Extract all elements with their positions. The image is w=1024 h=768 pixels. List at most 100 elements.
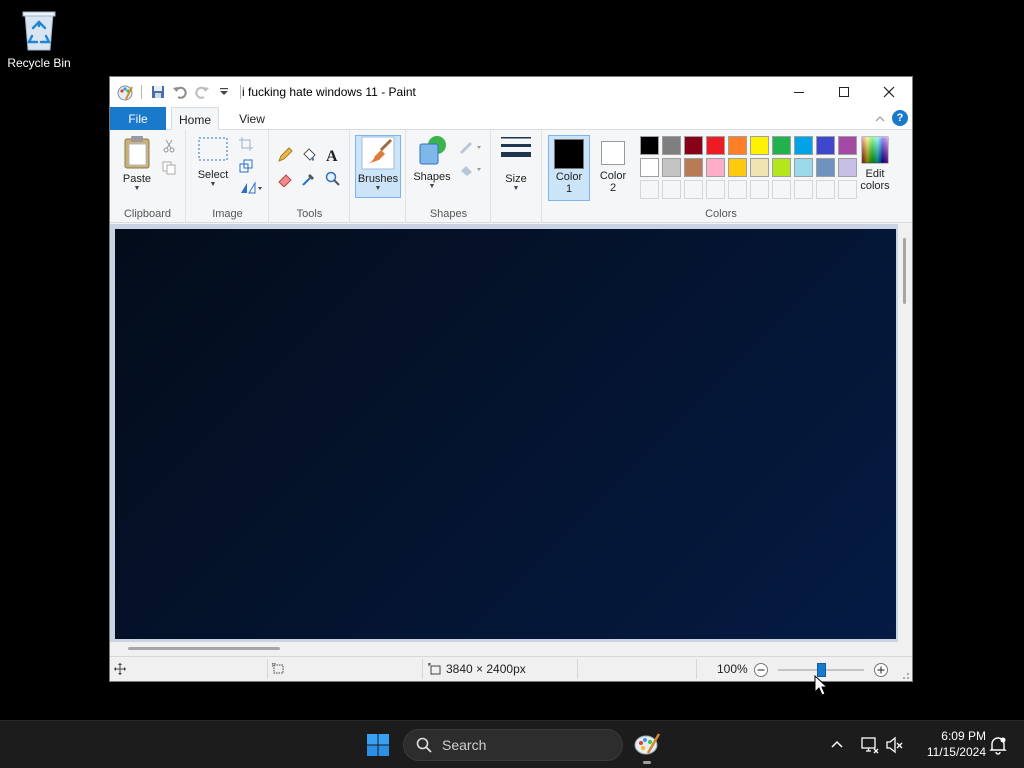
palette-custom-swatch[interactable] <box>662 180 681 199</box>
color2-label-line1: Color <box>599 170 627 182</box>
status-separator <box>577 659 578 679</box>
start-button[interactable] <box>364 731 392 759</box>
close-button[interactable] <box>866 77 912 107</box>
resize-grip-icon[interactable] <box>900 670 910 680</box>
shapes-dropdown-icon: ▼ <box>428 183 436 190</box>
palette-swatch[interactable] <box>772 158 791 177</box>
zoom-out-button[interactable] <box>753 662 769 678</box>
minimize-button[interactable] <box>776 77 822 107</box>
paste-button[interactable]: Paste ▼ <box>118 134 156 193</box>
volume-status[interactable] <box>885 735 905 755</box>
palette-swatch[interactable] <box>794 158 813 177</box>
shapes-button[interactable]: Shapes ▼ <box>411 134 453 191</box>
paste-label: Paste <box>122 173 152 185</box>
palette-swatch[interactable] <box>750 136 769 155</box>
recycle-bin[interactable]: Recycle Bin <box>4 6 74 70</box>
title-bar: i fucking hate windows 11 - Paint <box>110 77 912 107</box>
system-clock[interactable]: 6:09 PM 11/15/2024 <box>914 728 986 760</box>
palette-swatch[interactable] <box>684 158 703 177</box>
paint-app-icon[interactable] <box>116 83 134 101</box>
quick-access-toolbar <box>116 82 244 102</box>
brushes-button[interactable]: Brushes ▼ <box>355 135 401 198</box>
palette-swatch[interactable] <box>816 136 835 155</box>
size-label: Size <box>505 173 527 185</box>
palette-custom-swatch[interactable] <box>816 180 835 199</box>
search-placeholder: Search <box>442 737 487 753</box>
color1-swatch <box>554 139 584 169</box>
taskbar-search[interactable]: Search <box>403 729 623 761</box>
save-icon[interactable] <box>149 83 167 101</box>
color-picker-tool[interactable] <box>300 170 318 188</box>
palette-custom-swatch[interactable] <box>794 180 813 199</box>
customize-qat-icon[interactable] <box>215 83 233 101</box>
palette-swatch[interactable] <box>728 158 747 177</box>
notifications-button[interactable] <box>988 735 1008 755</box>
taskbar-paint-app[interactable] <box>632 729 662 764</box>
palette-swatch[interactable] <box>794 136 813 155</box>
minimize-ribbon-button[interactable] <box>874 112 886 130</box>
palette-swatch[interactable] <box>750 158 769 177</box>
qat-separator <box>141 85 142 99</box>
vertical-scroll-thumb[interactable] <box>903 238 906 304</box>
palette-swatch[interactable] <box>772 136 791 155</box>
pencil-tool[interactable] <box>276 146 294 164</box>
redo-icon[interactable] <box>193 83 211 101</box>
shape-fill-button[interactable] <box>457 160 485 178</box>
select-button[interactable]: Select ▼ <box>193 134 233 189</box>
help-button[interactable]: ? <box>892 110 908 126</box>
horizontal-scrollbar[interactable] <box>110 642 912 656</box>
fill-tool[interactable] <box>300 146 318 164</box>
palette-custom-swatch[interactable] <box>772 180 791 199</box>
palette-swatch[interactable] <box>684 136 703 155</box>
show-hidden-icons-button[interactable] <box>829 737 845 753</box>
color1-label-line2: 1 <box>565 183 573 195</box>
size-button[interactable]: Size ▼ <box>497 134 535 193</box>
speaker-muted-icon <box>886 736 903 754</box>
palette-custom-swatch[interactable] <box>640 180 659 199</box>
text-a-icon: A <box>326 148 338 163</box>
undo-icon[interactable] <box>171 83 189 101</box>
palette-swatch[interactable] <box>640 136 659 155</box>
copy-button[interactable] <box>160 159 178 177</box>
tab-view[interactable]: View <box>228 107 276 131</box>
maximize-button[interactable] <box>821 77 867 107</box>
image-group-label: Image <box>212 208 243 220</box>
tab-file[interactable]: File <box>110 107 166 130</box>
windows-logo-icon <box>367 734 389 756</box>
edit-colors-button[interactable]: Edit colors <box>854 135 896 192</box>
eraser-tool[interactable] <box>276 170 294 188</box>
image-group: Select ▼ Image <box>187 130 269 223</box>
network-icon <box>861 737 879 754</box>
palette-custom-swatch[interactable] <box>706 180 725 199</box>
resize-button[interactable] <box>237 157 255 175</box>
color1-button[interactable]: Color 1 <box>548 135 590 201</box>
palette-swatch[interactable] <box>662 158 681 177</box>
outline-button[interactable] <box>457 138 485 156</box>
color2-button[interactable]: Color 2 <box>594 135 632 194</box>
chevron-up-icon <box>831 740 843 748</box>
drawing-canvas[interactable] <box>115 229 896 639</box>
zoom-out-icon <box>754 663 768 677</box>
palette-custom-swatch[interactable] <box>684 180 703 199</box>
palette-swatch[interactable] <box>706 158 725 177</box>
zoom-slider[interactable] <box>778 663 864 677</box>
cut-button[interactable] <box>160 137 178 155</box>
palette-custom-swatch[interactable] <box>750 180 769 199</box>
magnifier-tool[interactable] <box>324 170 342 188</box>
crop-button[interactable] <box>237 135 255 153</box>
palette-swatch[interactable] <box>662 136 681 155</box>
palette-swatch[interactable] <box>816 158 835 177</box>
palette-swatch[interactable] <box>706 136 725 155</box>
tab-home[interactable]: Home <box>171 107 219 131</box>
running-indicator <box>643 761 651 764</box>
text-tool[interactable]: A <box>324 146 342 164</box>
zoom-in-button[interactable] <box>873 662 889 678</box>
palette-swatch[interactable] <box>640 158 659 177</box>
network-status[interactable] <box>860 735 880 755</box>
chevron-up-icon <box>875 116 885 122</box>
palette-custom-swatch[interactable] <box>728 180 747 199</box>
horizontal-scroll-thumb[interactable] <box>128 647 280 650</box>
vertical-scrollbar[interactable] <box>898 224 912 642</box>
rotate-button[interactable] <box>237 179 265 197</box>
palette-swatch[interactable] <box>728 136 747 155</box>
